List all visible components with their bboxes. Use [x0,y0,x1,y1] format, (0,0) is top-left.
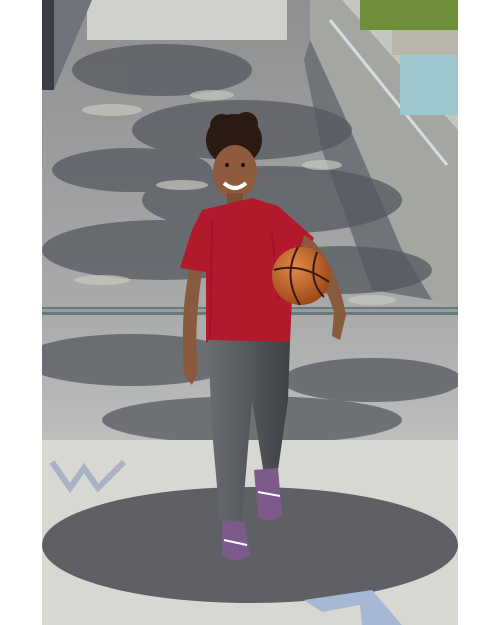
water [400,55,458,115]
trees [360,0,458,30]
far-shore [392,30,458,55]
walkway-far [87,0,287,40]
photo-illustration [42,0,458,625]
left-rail [42,0,54,90]
round-shadow [42,487,458,603]
photo [42,0,458,625]
